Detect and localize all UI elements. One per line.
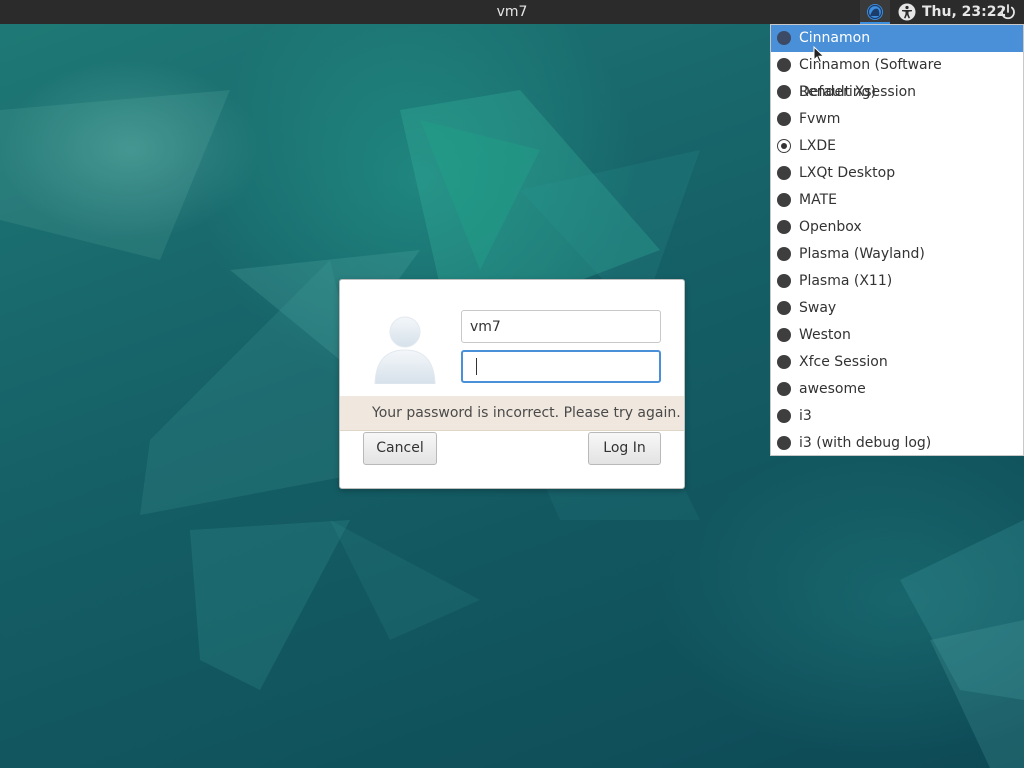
error-message: Your password is incorrect. Please try a…: [340, 396, 684, 431]
session-item-label: LXDE: [799, 138, 837, 154]
session-item-label: Xfce Session: [799, 354, 888, 370]
session-item[interactable]: Cinnamon: [771, 25, 1023, 52]
radio-checked-icon: [777, 139, 791, 153]
user-avatar-icon: [374, 316, 436, 384]
username-field[interactable]: [461, 310, 661, 343]
text-cursor: [476, 358, 477, 375]
session-item[interactable]: Xfce Session: [771, 349, 1023, 376]
session-item-label: Cinnamon: [799, 30, 871, 46]
radio-icon: [777, 85, 791, 99]
radio-icon: [777, 409, 791, 423]
radio-icon: [777, 328, 791, 342]
session-item[interactable]: i3 (with debug log): [771, 430, 1023, 457]
session-item-label: Sway: [799, 300, 837, 316]
session-item-label: Plasma (Wayland): [799, 246, 925, 262]
session-item-label: awesome: [799, 381, 866, 397]
mouse-pointer-icon: [813, 46, 825, 64]
session-item[interactable]: Default Xsession: [771, 79, 1023, 106]
session-item-label: Weston: [799, 327, 851, 343]
radio-icon: [777, 247, 791, 261]
radio-icon: [777, 112, 791, 126]
desktop-background: vm7 Thu, 23:22 Cinnamon Cinnamon (Softwar…: [0, 0, 1024, 768]
radio-icon: [777, 382, 791, 396]
session-item[interactable]: i3: [771, 403, 1023, 430]
session-item-label: MATE: [799, 192, 837, 208]
radio-icon: [777, 301, 791, 315]
session-item[interactable]: Sway: [771, 295, 1023, 322]
radio-icon: [777, 31, 791, 45]
login-button[interactable]: Log In: [588, 432, 661, 465]
radio-icon: [777, 220, 791, 234]
session-item[interactable]: LXQt Desktop: [771, 160, 1023, 187]
session-item[interactable]: awesome: [771, 376, 1023, 403]
session-item-label: Openbox: [799, 219, 862, 235]
panel-clock[interactable]: Thu, 23:22: [922, 0, 1006, 24]
session-item[interactable]: Fvwm: [771, 106, 1023, 133]
session-item[interactable]: Cinnamon (Software Rendering): [771, 52, 1023, 100]
power-icon[interactable]: [999, 3, 1017, 21]
session-item-label: Fvwm: [799, 111, 841, 127]
radio-icon: [777, 58, 791, 72]
session-item-label: Default Xsession: [799, 84, 917, 100]
session-menu: Cinnamon Cinnamon (Software Rendering) Def…: [770, 24, 1024, 456]
session-item[interactable]: Weston: [771, 322, 1023, 349]
session-item-label: i3 (with debug log): [799, 435, 932, 451]
session-item[interactable]: Openbox: [771, 214, 1023, 241]
session-item-label: i3: [799, 408, 812, 424]
session-item[interactable]: Plasma (Wayland): [771, 241, 1023, 268]
password-field[interactable]: [461, 350, 661, 383]
radio-icon: [777, 436, 791, 450]
session-item[interactable]: Plasma (X11): [771, 268, 1023, 295]
top-panel: vm7 Thu, 23:22: [0, 0, 1024, 24]
session-item[interactable]: LXDE: [771, 133, 1023, 160]
cancel-button[interactable]: Cancel: [363, 432, 437, 465]
login-dialog: Your password is incorrect. Please try a…: [339, 279, 685, 489]
session-indicator-button[interactable]: [860, 0, 890, 24]
accessibility-icon[interactable]: [898, 3, 916, 21]
session-indicator-icon: [867, 4, 883, 20]
session-item[interactable]: MATE: [771, 187, 1023, 214]
session-item-label: LXQt Desktop: [799, 165, 896, 181]
radio-icon: [777, 166, 791, 180]
radio-icon: [777, 274, 791, 288]
radio-icon: [777, 193, 791, 207]
session-item-label: Plasma (X11): [799, 273, 893, 289]
radio-icon: [777, 355, 791, 369]
